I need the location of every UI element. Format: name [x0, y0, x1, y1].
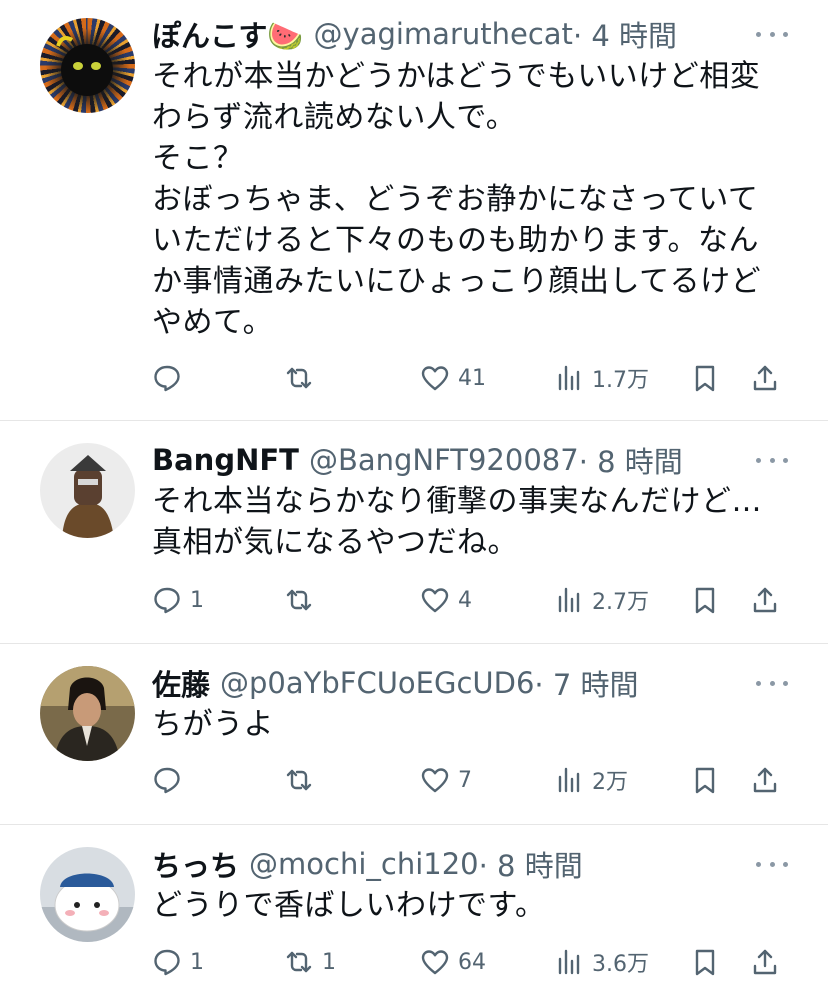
display-name[interactable]: BangNFT — [152, 443, 299, 477]
share-upload-icon — [750, 363, 780, 393]
user-handle[interactable]: @mochi_chi120 — [249, 847, 479, 881]
retweet-arrows-icon — [284, 363, 314, 393]
bar-chart-icon — [554, 765, 584, 795]
user-handle[interactable]: @p0aYbFCUoEGcUD6 — [220, 666, 534, 700]
heart-icon — [420, 363, 450, 393]
timestamp[interactable]: · 8 時間 — [579, 439, 683, 481]
heart-icon — [420, 585, 450, 615]
display-name[interactable]: ちっち — [152, 843, 239, 885]
bookmark-button[interactable] — [690, 942, 720, 982]
view-count: 2.7万 — [592, 590, 649, 615]
retweet-arrows-icon — [284, 585, 314, 615]
retweet-arrows-icon — [284, 765, 314, 795]
bar-chart-icon — [554, 947, 584, 977]
tweet[interactable]: ちっち @mochi_chi120 · 8 時間 どうりで香ばしいわけです。 1… — [0, 825, 828, 1002]
views-button[interactable]: 3.6万 — [554, 942, 649, 982]
view-count: 2万 — [592, 770, 628, 795]
tweet[interactable]: ぽんこす🍉 @yagimaruthecat · 4 時間 それが本当かどうかはど… — [0, 0, 828, 421]
character-avatar-icon — [40, 873, 135, 942]
avatar[interactable] — [40, 666, 135, 761]
nft-avatar-icon — [62, 455, 114, 538]
bar-chart-icon — [554, 585, 584, 615]
bookmark-icon — [690, 765, 720, 795]
views-button[interactable]: 2.7万 — [554, 580, 649, 620]
tweet-text: ちがうよ — [152, 707, 274, 742]
more-dots-icon[interactable] — [756, 14, 788, 54]
cat-avatar-icon — [56, 36, 113, 96]
heart-icon — [420, 765, 450, 795]
user-handle[interactable]: @yagimaruthecat — [314, 17, 573, 51]
bookmark-icon — [690, 363, 720, 393]
action-bar: 7 2万 — [152, 760, 792, 800]
retweet-button[interactable] — [284, 580, 322, 620]
like-button[interactable]: 4 — [420, 580, 472, 620]
share-upload-icon — [750, 947, 780, 977]
share-button[interactable] — [750, 760, 780, 800]
like-button[interactable]: 41 — [420, 358, 486, 398]
display-name[interactable]: 佐藤 — [152, 662, 210, 704]
bookmark-button[interactable] — [690, 580, 720, 620]
timestamp[interactable]: · 8 時間 — [479, 843, 583, 885]
speech-bubble-icon — [152, 765, 182, 795]
speech-bubble-icon — [152, 947, 182, 977]
retweet-button[interactable]: 1 — [284, 942, 336, 982]
more-dots-icon[interactable] — [756, 440, 788, 480]
heart-icon — [420, 947, 450, 977]
like-count: 4 — [458, 587, 472, 613]
tweet[interactable]: BangNFT @BangNFT920087 · 8 時間 それ本当ならかなり衝… — [0, 421, 828, 644]
like-button[interactable]: 64 — [420, 942, 486, 982]
like-button[interactable]: 7 — [420, 760, 472, 800]
bar-chart-icon — [554, 363, 584, 393]
bookmark-icon — [690, 947, 720, 977]
speech-bubble-icon — [152, 585, 182, 615]
share-upload-icon — [750, 585, 780, 615]
retweet-button[interactable] — [284, 358, 322, 398]
share-button[interactable] — [750, 358, 780, 398]
avatar[interactable] — [40, 847, 135, 942]
bookmark-icon — [690, 585, 720, 615]
timestamp[interactable]: · 4 時間 — [573, 13, 677, 55]
like-count: 41 — [458, 365, 486, 391]
reply-button[interactable] — [152, 358, 190, 398]
share-upload-icon — [750, 765, 780, 795]
avatar[interactable] — [40, 18, 135, 113]
views-button[interactable]: 2万 — [554, 760, 628, 800]
tweet[interactable]: 佐藤 @p0aYbFCUoEGcUD6 · 7 時間 ちがうよ 7 2万 — [0, 644, 828, 825]
tweet-header: ぽんこす🍉 @yagimaruthecat · 4 時間 — [152, 14, 788, 54]
action-bar: 1 1 64 3.6万 — [152, 942, 792, 982]
reply-button[interactable]: 1 — [152, 580, 204, 620]
more-dots-icon[interactable] — [756, 844, 788, 884]
display-name[interactable]: ぽんこす🍉 — [152, 13, 304, 55]
share-button[interactable] — [750, 942, 780, 982]
bookmark-button[interactable] — [690, 358, 720, 398]
reply-button[interactable] — [152, 760, 190, 800]
speech-bubble-icon — [152, 363, 182, 393]
tweet-header: BangNFT @BangNFT920087 · 8 時間 — [152, 440, 788, 480]
tweet-text: どうりで香ばしいわけです。 — [152, 888, 546, 923]
tweet-text: それ本当ならかなり衝撃の事実なんだけど…真相が気になるやつだね。 — [152, 484, 762, 560]
reply-count: 1 — [190, 587, 204, 613]
like-count: 64 — [458, 949, 486, 975]
share-button[interactable] — [750, 580, 780, 620]
retweet-arrows-icon — [284, 947, 314, 977]
more-dots-icon[interactable] — [756, 663, 788, 703]
tweet-header: 佐藤 @p0aYbFCUoEGcUD6 · 7 時間 — [152, 663, 788, 703]
timestamp[interactable]: · 7 時間 — [534, 662, 638, 704]
like-count: 7 — [458, 767, 472, 793]
view-count: 1.7万 — [592, 368, 649, 393]
views-button[interactable]: 1.7万 — [554, 358, 649, 398]
reply-button[interactable]: 1 — [152, 942, 204, 982]
tweet-header: ちっち @mochi_chi120 · 8 時間 — [152, 844, 788, 884]
tweet-text: それが本当かどうかはどうでもいいけど相変わらず流れ読めない人で。 そこ？ おぼっ… — [152, 59, 762, 340]
retweet-count: 1 — [322, 949, 336, 975]
retweet-button[interactable] — [284, 760, 322, 800]
action-bar: 1 4 2.7万 — [152, 580, 792, 620]
reply-count: 1 — [190, 949, 204, 975]
user-handle[interactable]: @BangNFT920087 — [309, 443, 579, 477]
action-bar: 41 1.7万 — [152, 358, 792, 398]
view-count: 3.6万 — [592, 952, 649, 977]
person-avatar-icon — [40, 666, 135, 761]
avatar[interactable] — [40, 443, 135, 538]
bookmark-button[interactable] — [690, 760, 720, 800]
